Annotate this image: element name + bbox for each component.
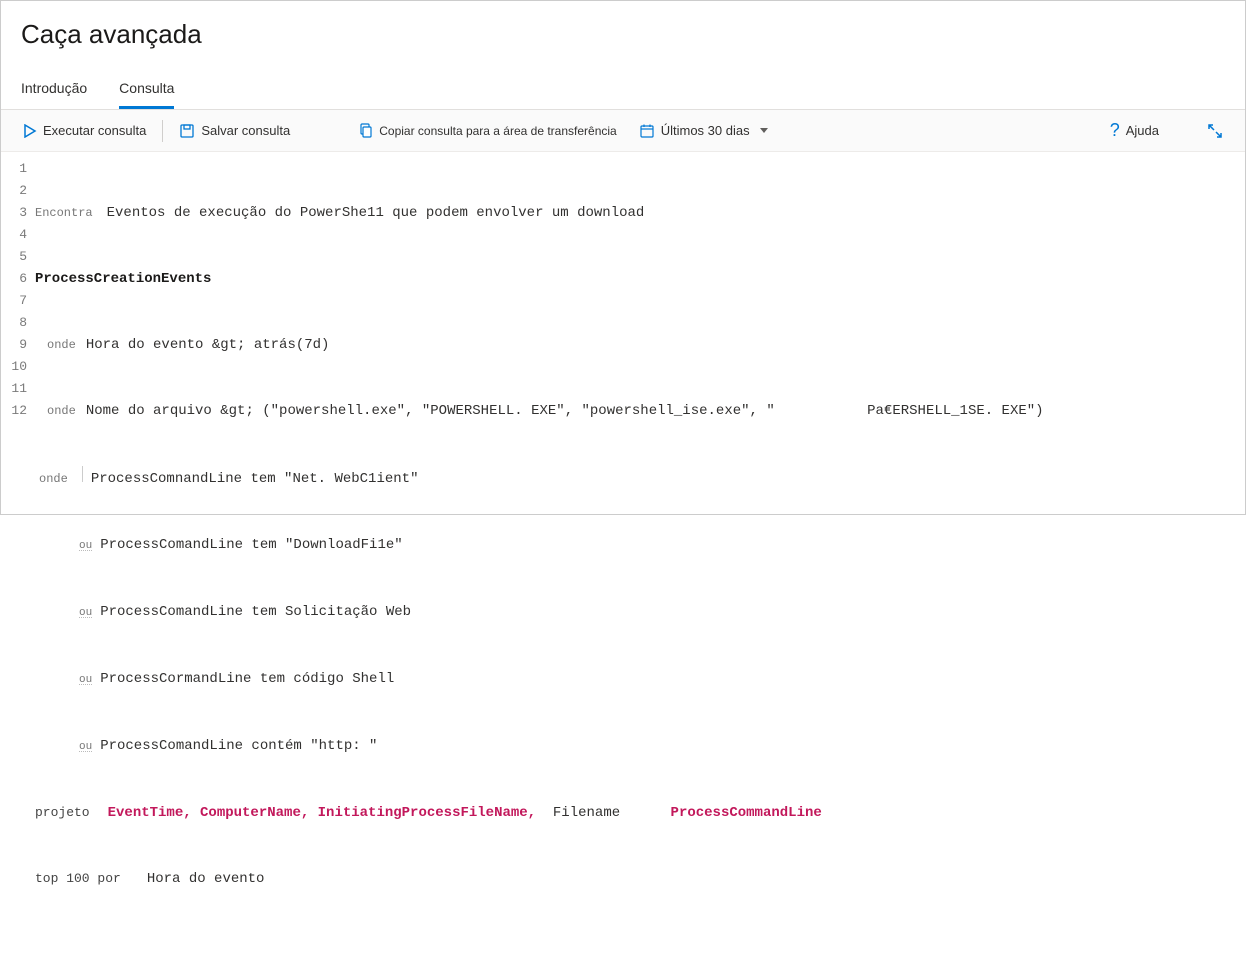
token-or: ou [79,535,92,557]
code-text: ProcessComandLine tem "DownloadFi1e" [100,534,402,556]
help-icon: ? [1110,120,1120,141]
token-or: ou [79,669,92,691]
token-or: ou [79,602,92,624]
save-icon [179,123,195,139]
run-query-button[interactable]: Executar consulta [15,119,154,142]
copy-query-label: Copiar consulta para a área de transferê… [379,124,616,138]
line-number: 4 [1,224,27,246]
gutter: 1 2 3 4 5 6 7 8 9 10 11 12 [1,158,35,978]
code-columns: ProcessCommandLine [671,802,822,824]
line-number: 1 [1,158,27,180]
expand-icon [1207,123,1223,139]
line-number: 7 [1,290,27,312]
copy-icon [358,123,373,138]
tabs: Introdução Consulta [1,58,1245,110]
help-label: Ajuda [1126,123,1159,138]
help-button[interactable]: ? Ajuda [1102,116,1167,145]
calendar-icon [639,123,655,139]
query-editor[interactable]: 1 2 3 4 5 6 7 8 9 10 11 12 Encontra Event… [1,152,1245,978]
tab-intro[interactable]: Introdução [21,80,87,109]
line-number: 3 [1,202,27,224]
line-number: 2 [1,180,27,202]
token-where: onde [47,334,76,356]
date-range-button[interactable]: Últimos 30 dias [631,119,776,143]
page-title: Caça avançada [1,1,1245,58]
code-text: Hora do evento [147,868,265,890]
token-project: projeto [35,802,90,824]
expand-button[interactable] [1199,119,1231,143]
line-number: 8 [1,312,27,334]
code-area[interactable]: Encontra Eventos de execução do PowerShe1… [35,158,1245,978]
token-or: ou [79,736,92,758]
token-where: onde [47,400,76,422]
code-text: Hora do evento &gt; atrás(7d) [86,334,330,356]
run-query-label: Executar consulta [43,123,146,138]
code-text: Filename [553,802,620,824]
play-icon [23,124,37,138]
code-text: ProcessCormandLine tem código Shell [100,668,394,690]
token-where: onde [39,468,68,490]
table-name: ProcessCreationEvents [35,268,211,290]
copy-query-button[interactable]: Copiar consulta para a área de transferê… [350,119,624,142]
line-number: 11 [1,378,27,400]
pipe-icon [82,466,83,482]
code-text: ProcessComnandLine tem "Net. WebC1ient" [91,468,419,490]
code-text: Nome do arquivo &gt; ("powershell.exe", … [86,400,1044,422]
code-text: ProcessComandLine contém "http: " [100,735,377,757]
code-text: Eventos de execução do PowerShe11 que po… [107,202,645,224]
line-number: 5 [1,246,27,268]
line-number: 9 [1,334,27,356]
chevron-down-icon [760,128,768,133]
save-query-button[interactable]: Salvar consulta [171,119,298,143]
token-find: Encontra [35,202,93,224]
toolbar-divider [162,120,163,142]
line-number: 6 [1,268,27,290]
line-number: 12 [1,400,27,422]
save-query-label: Salvar consulta [201,123,290,138]
date-range-label: Últimos 30 dias [661,123,750,138]
line-number: 10 [1,356,27,378]
token-top: top 100 por [35,868,121,890]
code-columns: EventTime, ComputerName, InitiatingProce… [108,802,536,824]
code-text: ProcessComandLine tem Solicitação Web [100,601,411,623]
toolbar: Executar consulta Salvar consulta Copiar… [1,110,1245,152]
tab-query[interactable]: Consulta [119,80,174,109]
